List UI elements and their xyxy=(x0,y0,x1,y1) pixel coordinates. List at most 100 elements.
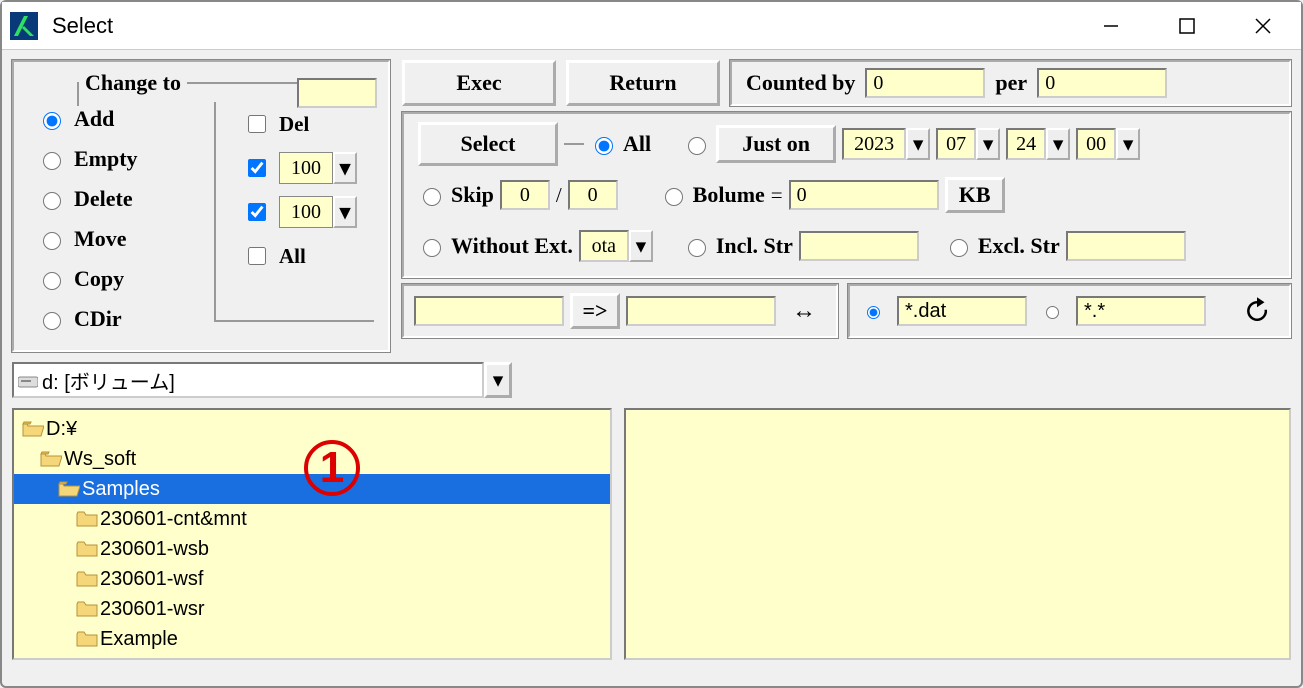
day-dd[interactable]: ▾ xyxy=(1046,128,1070,160)
change-radio-input-move[interactable] xyxy=(43,232,61,250)
skip-input-1[interactable] xyxy=(500,180,550,210)
folder-icon xyxy=(76,540,98,558)
drive-dropdown[interactable]: ▾ xyxy=(484,362,512,398)
tree-item-label: 230601-wsf xyxy=(100,568,203,591)
change-radio-label: Move xyxy=(74,226,127,252)
spin2-checkbox[interactable] xyxy=(248,203,266,221)
year-dd[interactable]: ▾ xyxy=(906,128,930,160)
all-radio[interactable] xyxy=(595,137,613,155)
hour-combo[interactable] xyxy=(1076,128,1116,160)
change-radio-label: Empty xyxy=(74,146,138,172)
kb-button[interactable]: KB xyxy=(945,177,1005,213)
change-radio-label: Add xyxy=(74,106,114,132)
without-ext-radio[interactable] xyxy=(423,239,441,257)
filter-radio-1[interactable] xyxy=(867,306,880,319)
just-on-radio[interactable] xyxy=(688,137,706,155)
close-button[interactable] xyxy=(1243,10,1283,42)
skip-input-2[interactable] xyxy=(568,180,618,210)
hour-dd[interactable]: ▾ xyxy=(1116,128,1140,160)
change-radio-input-cdir[interactable] xyxy=(43,312,61,330)
rename-dst-input[interactable] xyxy=(626,296,776,326)
without-ext-combo[interactable] xyxy=(579,230,629,262)
change-radio-empty[interactable]: Empty xyxy=(38,146,138,172)
spin1-dropdown[interactable]: ▾ xyxy=(333,152,357,184)
tree-item[interactable]: 230601-wsf xyxy=(14,564,610,594)
all-label: All xyxy=(279,244,306,269)
counted-panel: Counted by per xyxy=(730,60,1291,106)
just-on-button[interactable]: Just on xyxy=(716,125,836,163)
tree-item-label: Example xyxy=(100,628,178,651)
tree-item[interactable]: 230601-cnt&mnt xyxy=(14,504,610,534)
tree-item[interactable]: D:¥ xyxy=(14,414,610,444)
spin1-checkbox[interactable] xyxy=(248,159,266,177)
excl-str-input[interactable] xyxy=(1066,231,1186,261)
refresh-icon[interactable] xyxy=(1237,291,1277,331)
year-combo[interactable] xyxy=(842,128,906,160)
change-radio-input-empty[interactable] xyxy=(43,152,61,170)
filter-input-2[interactable] xyxy=(1076,296,1206,326)
change-radio-move[interactable]: Move xyxy=(38,226,138,252)
rename-arrow-button[interactable]: => xyxy=(570,293,620,329)
change-to-side: Del ▾ ▾ All xyxy=(214,102,374,322)
bolume-input[interactable] xyxy=(789,180,939,210)
without-ext-dd[interactable]: ▾ xyxy=(629,230,653,262)
tree-item[interactable]: 230601-wsb xyxy=(14,534,610,564)
minimize-button[interactable] xyxy=(1091,10,1131,42)
change-radio-add[interactable]: Add xyxy=(38,106,138,132)
filter-input-1[interactable] xyxy=(897,296,1027,326)
bolume-radio[interactable] xyxy=(665,188,683,206)
excl-str-radio[interactable] xyxy=(950,239,968,257)
window-title: Select xyxy=(52,13,113,39)
tree-item-label: D:¥ xyxy=(46,418,77,441)
change-radio-cdir[interactable]: CDir xyxy=(38,306,138,332)
spin2-input[interactable] xyxy=(279,196,333,228)
return-button[interactable]: Return xyxy=(566,60,720,106)
drive-input[interactable] xyxy=(12,362,484,398)
counted-input-1[interactable] xyxy=(865,68,985,98)
rename-src-input[interactable] xyxy=(414,296,564,326)
incl-str-input[interactable] xyxy=(799,231,919,261)
exec-button[interactable]: Exec xyxy=(402,60,556,106)
day-combo[interactable] xyxy=(1006,128,1046,160)
folder-tree[interactable]: 1 D:¥Ws_softSamples230601-cnt&mnt230601-… xyxy=(12,408,612,660)
tree-item[interactable]: Example xyxy=(14,624,610,654)
folder-icon xyxy=(76,510,98,528)
skip-radio[interactable] xyxy=(423,188,441,206)
change-radio-input-copy[interactable] xyxy=(43,272,61,290)
change-radio-input-add[interactable] xyxy=(43,112,61,130)
all-checkbox[interactable] xyxy=(248,247,266,265)
folder-icon xyxy=(40,450,62,468)
month-combo[interactable] xyxy=(936,128,976,160)
change-radio-delete[interactable]: Delete xyxy=(38,186,138,212)
month-dd[interactable]: ▾ xyxy=(976,128,1000,160)
del-checkbox[interactable] xyxy=(248,115,266,133)
change-radio-label: CDir xyxy=(74,306,122,332)
per-label: per xyxy=(995,70,1027,96)
file-list[interactable] xyxy=(624,408,1291,660)
incl-str-radio[interactable] xyxy=(688,239,706,257)
spin2-dropdown[interactable]: ▾ xyxy=(333,196,357,228)
change-radio-input-delete[interactable] xyxy=(43,192,61,210)
counted-input-2[interactable] xyxy=(1037,68,1167,98)
filter-radio-2[interactable] xyxy=(1046,306,1059,319)
counted-label: Counted by xyxy=(746,70,855,96)
swap-icon[interactable]: ↔ xyxy=(782,293,826,329)
select-button[interactable]: Select xyxy=(418,122,558,166)
folder-icon xyxy=(22,420,44,438)
change-radio-label: Copy xyxy=(74,266,124,292)
app-icon xyxy=(10,12,38,40)
change-to-legend: Change to xyxy=(79,70,187,96)
folder-icon xyxy=(58,480,80,498)
annotation-1: 1 xyxy=(304,440,360,496)
incl-str-label: Incl. Str xyxy=(716,233,793,259)
filter-panel xyxy=(848,284,1291,338)
spin1-input[interactable] xyxy=(279,152,333,184)
drive-selector[interactable]: ▾ xyxy=(12,362,512,398)
change-radio-copy[interactable]: Copy xyxy=(38,266,138,292)
tree-item[interactable]: 230601-wsr xyxy=(14,594,610,624)
maximize-button[interactable] xyxy=(1167,10,1207,42)
folder-icon xyxy=(76,570,98,588)
tree-item-label: 230601-wsb xyxy=(100,538,209,561)
del-label: Del xyxy=(279,112,309,137)
skip-label: Skip xyxy=(451,182,494,208)
